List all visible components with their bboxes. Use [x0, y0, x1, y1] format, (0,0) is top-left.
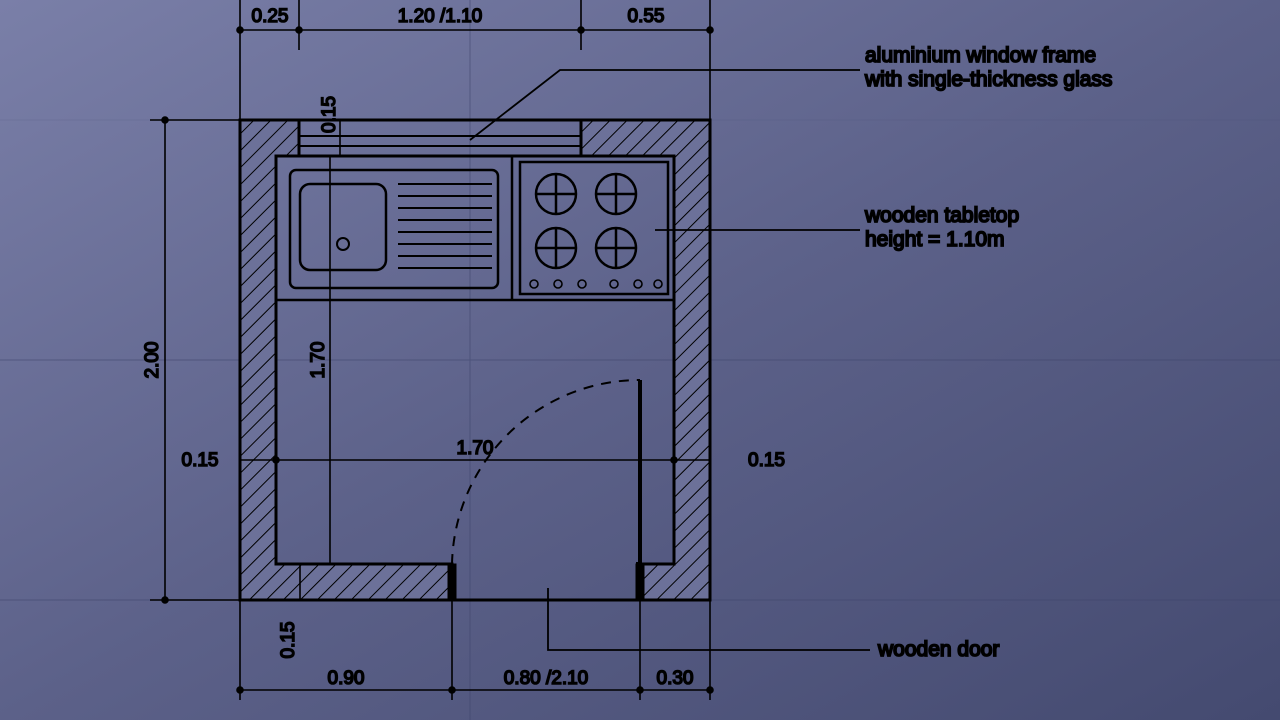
dim-inner-height: 1.70	[308, 342, 329, 379]
dim-wall-bottom: 0.15	[278, 622, 299, 659]
dim-bot-right: 0.30	[657, 668, 694, 689]
annotation-window-line2: with single-thickness glass	[864, 68, 1112, 91]
annotation-tabletop-line1: wooden tabletop	[864, 204, 1019, 227]
annotation-window-line1: aluminium window frame	[865, 44, 1096, 67]
dim-wall-right: 0.15	[748, 450, 785, 471]
annotation-door: wooden door	[877, 638, 999, 661]
dim-top-right: 0.55	[628, 6, 665, 27]
dim-top-mid: 1.20 /1.10	[398, 6, 483, 27]
dim-top-left: 0.25	[252, 6, 289, 27]
dim-bot-mid: 0.80 /2.10	[504, 668, 589, 689]
dim-bot-left: 0.90	[328, 668, 365, 689]
dim-wall-top: 0.15	[319, 96, 340, 133]
cad-viewport[interactable]: 0.25 1.20 /1.10 0.55 0.15 2.00 1.70 0.15	[0, 0, 1280, 720]
annotation-tabletop-line2: height = 1.10m	[865, 228, 1005, 251]
dim-wall-left: 0.15	[182, 450, 219, 471]
dim-left-height: 2.00	[142, 342, 163, 379]
dim-inner-width: 1.70	[457, 438, 494, 459]
